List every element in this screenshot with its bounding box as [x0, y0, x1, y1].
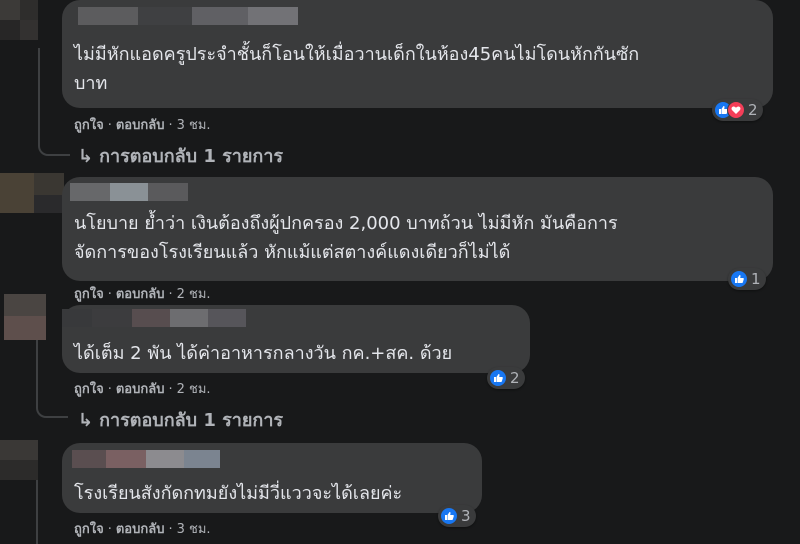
thread-elbow: [38, 136, 70, 156]
view-replies-link[interactable]: ↳ การตอบกลับ 1 รายการ: [78, 405, 283, 434]
timestamp[interactable]: 3 ชม.: [177, 522, 211, 537]
author-name-blurred[interactable]: [72, 450, 220, 468]
reaction-summary[interactable]: 1: [728, 268, 766, 290]
comment-bubble: ไม่มีหักแอดครูประจำชั้นก็โอนให้เมื่อวานเ…: [62, 0, 773, 108]
author-name-blurred[interactable]: [62, 309, 246, 327]
separator-dot: ·: [107, 118, 112, 133]
like-button[interactable]: ถูกใจ: [74, 522, 104, 537]
comment-actions: ถูกใจ · ตอบกลับ · 3 ชม.: [74, 114, 211, 135]
reaction-summary[interactable]: 2: [487, 367, 525, 389]
view-replies-label: การตอบกลับ 1 รายการ: [99, 410, 284, 431]
reply-button[interactable]: ตอบกลับ: [116, 382, 165, 397]
comment-text: ไม่มีหักแอดครูประจำชั้นก็โอนให้เมื่อวานเ…: [74, 44, 640, 94]
author-name-blurred[interactable]: [70, 183, 188, 201]
thread-line: [36, 340, 38, 402]
comment-text: ได้เต็ม 2 พัน ได้ค่าอาหารกลางวัน กค.+สค.…: [74, 343, 453, 364]
avatar[interactable]: [4, 294, 46, 340]
reaction-count: 1: [751, 270, 761, 288]
comment-text: นโยบาย ย้ำว่า เงินต้องถึงผู้ปกครอง 2,000…: [74, 213, 618, 263]
reply-button[interactable]: ตอบกลับ: [116, 522, 165, 537]
thread-line: [36, 480, 38, 544]
reaction-count: 3: [461, 507, 471, 525]
view-replies-label: การตอบกลับ 1 รายการ: [99, 146, 284, 167]
view-replies-link[interactable]: ↳ การตอบกลับ 1 รายการ: [78, 141, 283, 170]
separator-dot: ·: [107, 287, 112, 302]
avatar[interactable]: [0, 440, 38, 480]
reaction-count: 2: [748, 101, 758, 119]
timestamp[interactable]: 2 ชม.: [177, 287, 211, 302]
like-icon: [489, 369, 507, 387]
separator-dot: ·: [107, 522, 112, 537]
comment-bubble: นโยบาย ย้ำว่า เงินต้องถึงผู้ปกครอง 2,000…: [62, 177, 773, 281]
reply-button[interactable]: ตอบกลับ: [116, 287, 165, 302]
avatar[interactable]: [0, 173, 64, 213]
separator-dot: ·: [168, 118, 173, 133]
like-button[interactable]: ถูกใจ: [74, 382, 104, 397]
comment-bubble: ได้เต็ม 2 พัน ได้ค่าอาหารกลางวัน กค.+สค.…: [62, 305, 530, 373]
thread-elbow: [36, 398, 68, 418]
separator-dot: ·: [168, 522, 173, 537]
separator-dot: ·: [107, 382, 112, 397]
reaction-count: 2: [510, 369, 520, 387]
like-button[interactable]: ถูกใจ: [74, 118, 104, 133]
separator-dot: ·: [168, 382, 173, 397]
timestamp[interactable]: 2 ชม.: [177, 382, 211, 397]
comment-text: โรงเรียนสังกัดกทมยังไม่มีวี่แววจะได้เลยค…: [74, 483, 403, 504]
reaction-summary[interactable]: 2: [712, 99, 763, 121]
like-icon: [730, 270, 748, 288]
separator-dot: ·: [168, 287, 173, 302]
comment-bubble: โรงเรียนสังกัดกทมยังไม่มีวี่แววจะได้เลยค…: [62, 443, 482, 513]
timestamp[interactable]: 3 ชม.: [177, 118, 211, 133]
reply-arrow-icon: ↳: [78, 146, 94, 167]
author-name-blurred[interactable]: [78, 7, 298, 25]
thread-line: [38, 48, 40, 145]
comment-actions: ถูกใจ · ตอบกลับ · 2 ชม.: [74, 378, 211, 399]
love-icon: [727, 101, 745, 119]
like-button[interactable]: ถูกใจ: [74, 287, 104, 302]
reply-button[interactable]: ตอบกลับ: [116, 118, 165, 133]
comment-actions: ถูกใจ · ตอบกลับ · 3 ชม.: [74, 518, 211, 539]
comment-actions: ถูกใจ · ตอบกลับ · 2 ชม.: [74, 283, 211, 304]
reaction-summary[interactable]: 3: [438, 505, 476, 527]
like-icon: [440, 507, 458, 525]
avatar[interactable]: [0, 0, 38, 40]
reply-arrow-icon: ↳: [78, 410, 94, 431]
